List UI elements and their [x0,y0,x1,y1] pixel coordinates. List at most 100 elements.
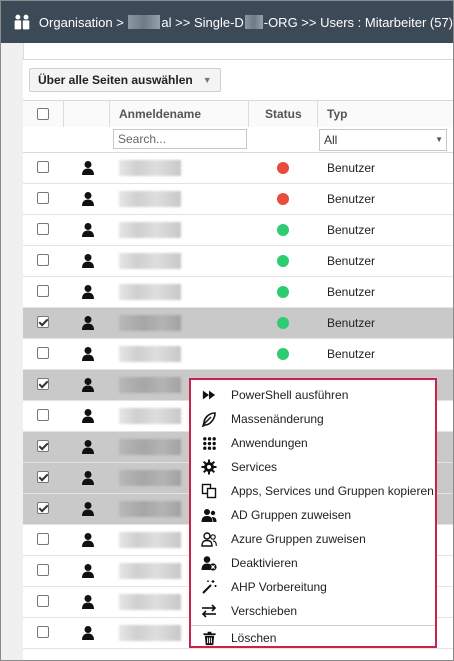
menu-item-powershell-ausführen[interactable]: PowerShell ausführen [191,383,435,407]
column-type[interactable]: Typ [327,101,347,127]
magic-wand-icon [200,578,218,596]
menu-item-azure-gruppen-zuweisen[interactable]: Azure Gruppen zuweisen [191,527,435,551]
redacted-login [119,594,181,610]
redacted-login [119,253,181,269]
menu-item-löschen[interactable]: Löschen [191,625,435,650]
user-icon [81,439,95,455]
table-row[interactable]: Benutzer [23,215,453,246]
status-dot [277,193,289,205]
table-row[interactable]: Benutzer [23,339,453,370]
type-cell: Benutzer [327,161,376,175]
chevron-down-icon: ▼ [202,75,212,85]
menu-item-label: Apps, Services und Gruppen kopieren [231,484,434,498]
user-icon [81,222,95,238]
row-checkbox[interactable] [37,285,49,297]
menu-item-label: Verschieben [231,604,298,618]
redacted-login [119,563,181,579]
menu-item-label: Löschen [231,631,277,645]
user-icon [81,625,95,641]
menu-item-anwendungen[interactable]: Anwendungen [191,431,435,455]
menu-item-label: Deaktivieren [231,556,298,570]
swap-arrows-icon [200,602,218,620]
breadcrumb-single[interactable]: al >> Single-D [161,15,243,30]
redacted-login [119,346,181,362]
row-checkbox[interactable] [37,192,49,204]
redacted-login [119,625,181,641]
status-dot [277,317,289,329]
redacted-login [119,315,181,331]
status-dot [277,286,289,298]
row-checkbox[interactable] [37,347,49,359]
table-row[interactable]: Benutzer [23,308,453,339]
type-filter-value: All [324,133,338,147]
user-icon [81,532,95,548]
menu-item-services[interactable]: Services [191,455,435,479]
grid-header: Anmeldename Status Typ [23,100,453,128]
status-dot [277,348,289,360]
table-row[interactable]: Benutzer [23,277,453,308]
row-checkbox[interactable] [37,378,49,390]
type-cell: Benutzer [327,316,376,330]
user-icon [81,408,95,424]
menu-item-ahp-vorbereitung[interactable]: AHP Vorbereitung [191,575,435,599]
row-checkbox[interactable] [37,502,49,514]
redacted-text [127,15,161,29]
row-checkbox[interactable] [37,564,49,576]
breadcrumb-users[interactable]: -ORG >> Users : Mitarbeiter (57) [264,15,453,30]
user-icon [81,594,95,610]
table-row[interactable]: Benutzer [23,184,453,215]
redacted-login [119,501,181,517]
type-cell: Benutzer [327,285,376,299]
redacted-login [119,470,181,486]
header-checkbox[interactable] [37,108,49,120]
user-icon [81,470,95,486]
row-checkbox[interactable] [37,471,49,483]
select-all-label: Über alle Seiten auswählen [38,73,193,87]
row-checkbox[interactable] [37,223,49,235]
copy-icon [200,482,218,500]
type-cell: Benutzer [327,254,376,268]
menu-item-label: Massenänderung [231,412,324,426]
row-checkbox[interactable] [37,254,49,266]
user-icon [81,315,95,331]
row-checkbox[interactable] [37,533,49,545]
filter-row: All ▼ [23,127,453,153]
menu-item-label: Services [231,460,278,474]
fast-forward-icon [200,386,218,404]
menu-item-apps-services-und-gruppen-kopieren[interactable]: Apps, Services und Gruppen kopieren [191,479,435,503]
gear-icon [200,458,218,476]
row-checkbox[interactable] [37,161,49,173]
menu-item-label: AD Gruppen zuweisen [231,508,352,522]
users-icon [14,14,30,30]
redacted-login [119,284,181,300]
redacted-login [119,439,181,455]
title-bar: Organisation > al >> Single-D -ORG >> Us… [1,1,453,43]
column-login[interactable]: Anmeldename [119,101,201,127]
user-icon [81,563,95,579]
row-checkbox[interactable] [37,316,49,328]
breadcrumb-organisation[interactable]: Organisation > [39,15,124,30]
menu-item-verschieben[interactable]: Verschieben [191,599,435,623]
left-strip [1,43,24,660]
row-checkbox[interactable] [37,626,49,638]
menu-item-deaktivieren[interactable]: Deaktivieren [191,551,435,575]
grid-dots-icon [200,434,218,452]
table-row[interactable]: Benutzer [23,153,453,184]
redacted-login [119,160,181,176]
column-status[interactable]: Status [265,101,302,127]
menu-item-massenänderung[interactable]: Massenänderung [191,407,435,431]
row-checkbox[interactable] [37,595,49,607]
table-row[interactable]: Benutzer [23,246,453,277]
user-icon [81,377,95,393]
type-filter-select[interactable]: All ▼ [319,129,447,151]
row-checkbox[interactable] [37,409,49,421]
trash-icon [200,629,218,647]
status-dot [277,162,289,174]
user-icon [81,284,95,300]
redacted-login [119,222,181,238]
row-checkbox[interactable] [37,440,49,452]
search-input[interactable] [113,129,247,149]
type-cell: Benutzer [327,192,376,206]
menu-item-ad-gruppen-zuweisen[interactable]: AD Gruppen zuweisen [191,503,435,527]
select-all-dropdown[interactable]: Über alle Seiten auswählen ▼ [29,68,221,92]
